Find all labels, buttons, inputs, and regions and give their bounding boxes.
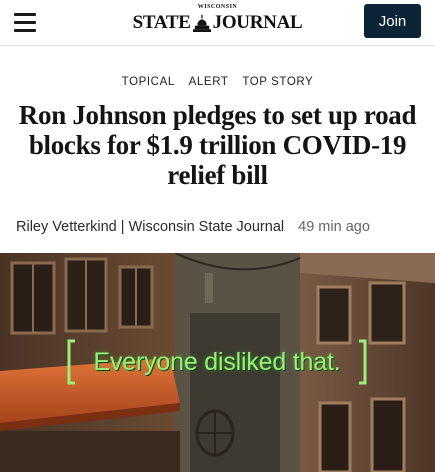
headline-line: Ron Johnson pledges to set up road (18, 100, 417, 130)
tag-top-story[interactable]: TOP STORY (242, 76, 313, 88)
menu-icon[interactable] (14, 12, 36, 32)
headline-line: blocks for $1.9 trillion COVID-19 (28, 130, 407, 160)
logo-wisconsin: WISCONSIN (197, 4, 238, 10)
logo-journal: JOURNAL (212, 12, 303, 33)
game-caption: Everyone disliked that. (93, 347, 341, 376)
join-button[interactable]: Join (364, 4, 421, 38)
article-image[interactable]: Everyone disliked that. (0, 253, 435, 472)
article-tags: TOPICAL ALERT TOP STORY (0, 76, 435, 88)
capitol-icon (192, 14, 211, 32)
top-bar: WISCONSIN STATE JOURNAL Join (0, 0, 435, 46)
tag-alert[interactable]: ALERT (189, 76, 229, 88)
logo-state: STATE (132, 12, 191, 33)
article-headline: Ron Johnson pledges to set up road block… (10, 100, 425, 190)
timestamp: 49 min ago (298, 219, 370, 235)
tag-topical[interactable]: TOPICAL (122, 76, 175, 88)
headline-line: relief bill (167, 160, 268, 190)
site-logo[interactable]: WISCONSIN STATE JOURNAL (130, 4, 305, 40)
byline: Riley Vetterkind | Wisconsin State Journ… (16, 219, 426, 235)
author[interactable]: Riley Vetterkind | Wisconsin State Journ… (16, 219, 284, 235)
